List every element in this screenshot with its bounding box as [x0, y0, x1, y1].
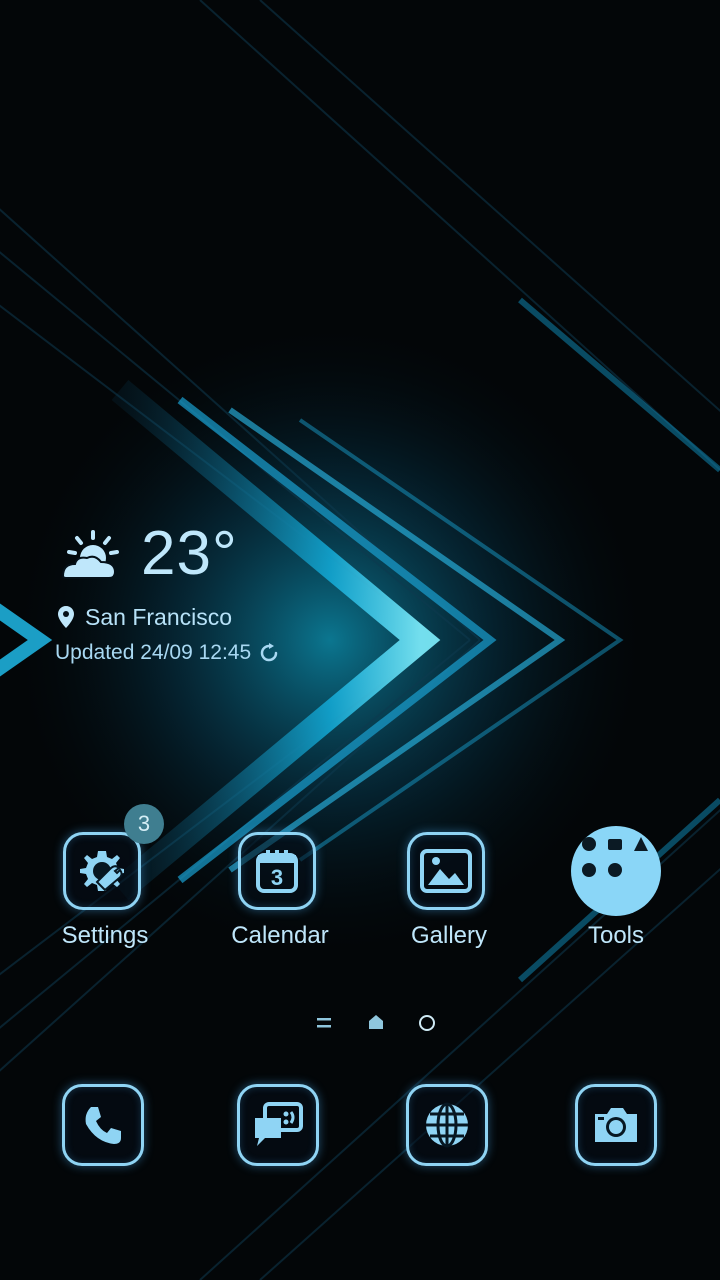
app-label-gallery: Gallery [410, 922, 488, 949]
folder-icon[interactable] [571, 826, 661, 916]
refresh-icon[interactable] [257, 641, 281, 665]
app-label-calendar: Calendar [231, 922, 329, 949]
app-tools-folder[interactable]: Tools [561, 826, 671, 972]
camera-icon [595, 1108, 637, 1142]
location-pin-icon [58, 606, 74, 628]
notification-badge: 3 [124, 804, 164, 844]
settings-tile[interactable] [63, 832, 141, 910]
dock-browser[interactable] [406, 1084, 488, 1166]
app-gallery[interactable]: Gallery [394, 832, 504, 972]
mini-folder-icon [608, 839, 622, 850]
app-calendar[interactable]: 3 Calendar [225, 832, 335, 972]
mini-nav-icon [634, 837, 648, 851]
temperature: 23° [141, 519, 238, 588]
calendar-icon: 3 [256, 850, 298, 893]
dock-camera[interactable] [575, 1084, 657, 1166]
weather-widget[interactable]: 23° San Francisco Updated 24/09 12:45 [55, 520, 355, 670]
mini-app-icon [582, 863, 596, 877]
gear-wrench-icon [80, 851, 124, 892]
app-settings[interactable]: 3 Settings [50, 804, 164, 972]
circle-icon[interactable] [417, 1008, 437, 1038]
weather-updated-time: Updated 24/09 12:45 [55, 641, 252, 664]
dock-messages[interactable] [237, 1084, 319, 1166]
dock-phone[interactable] [62, 1084, 144, 1166]
image-icon [420, 849, 472, 893]
menu-lines-icon[interactable] [316, 1008, 332, 1038]
home-icon[interactable] [368, 1008, 384, 1038]
weather-city: San Francisco [85, 603, 233, 630]
mini-app-icon [608, 863, 622, 877]
calendar-day: 3 [271, 865, 283, 890]
app-label-settings: Settings [61, 922, 149, 949]
browser-globe-icon [426, 1102, 468, 1148]
app-label-tools: Tools [587, 922, 645, 949]
phone-icon [85, 1107, 121, 1144]
gallery-tile[interactable] [407, 832, 485, 910]
calendar-tile[interactable]: 3 [238, 832, 316, 910]
mini-app-icon [582, 837, 596, 851]
messages-icon [255, 1102, 303, 1146]
partly-sunny-icon [61, 530, 119, 579]
